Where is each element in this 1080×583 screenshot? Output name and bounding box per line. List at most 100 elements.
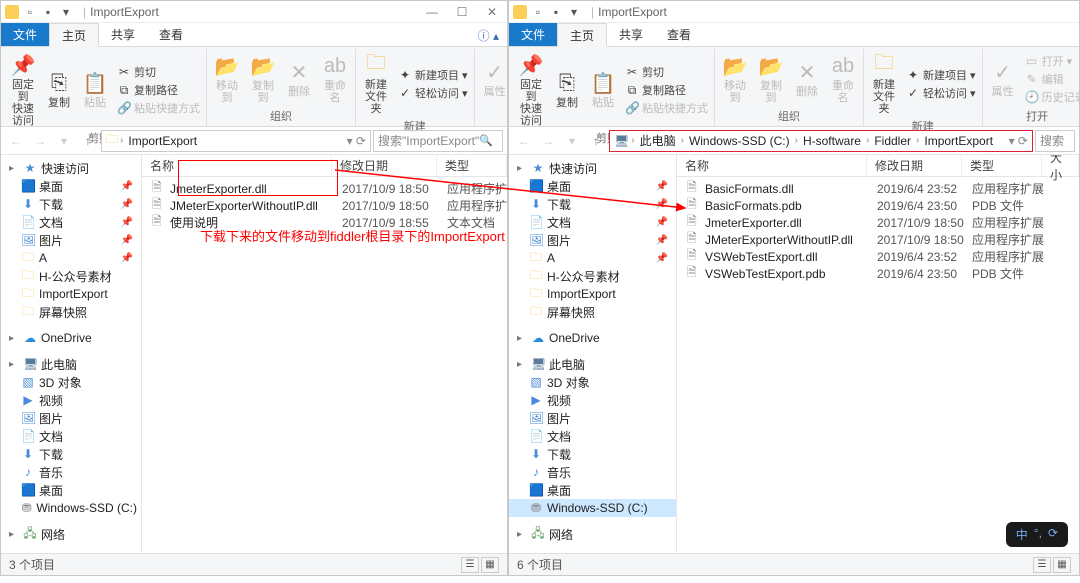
ribbon-help[interactable]: ⓘ ▴: [470, 23, 507, 46]
sidebar-item[interactable]: 🗀A📌: [1, 249, 141, 267]
qat-button[interactable]: ▫: [531, 5, 545, 19]
sidebar-item[interactable]: ⬇下载: [1, 445, 141, 463]
recent-button[interactable]: ▾: [53, 130, 75, 152]
sidebar-item[interactable]: ⛃Windows-SSD (C:): [509, 499, 676, 517]
copy-button[interactable]: ⎘复制: [43, 51, 75, 129]
col-date[interactable]: 修改日期: [867, 155, 962, 176]
sidebar-item[interactable]: 📄文档: [509, 427, 676, 445]
history-button[interactable]: 🕘历史记录: [1025, 89, 1080, 105]
cut-button[interactable]: ✂剪切: [117, 64, 200, 80]
minimize-button[interactable]: —: [421, 5, 443, 19]
breadcrumb-segment[interactable]: ImportExport: [921, 134, 996, 148]
sidebar-item[interactable]: 🗀H-公众号素材: [1, 267, 141, 285]
qat-dropdown[interactable]: ▾: [59, 5, 73, 19]
view-icons-button[interactable]: ▦: [481, 557, 499, 573]
up-button[interactable]: ↑: [77, 130, 99, 152]
view-details-button[interactable]: ☰: [1033, 557, 1051, 573]
pin-button[interactable]: 📌固定到 快速访问: [7, 51, 39, 129]
paste-button[interactable]: 📋粘贴: [587, 51, 619, 129]
new-folder-button[interactable]: 🗀新建 文件夹: [868, 51, 900, 117]
tab-view[interactable]: 查看: [655, 23, 703, 46]
delete-button[interactable]: ✕删除: [791, 51, 823, 107]
properties-button[interactable]: ✓属性: [987, 51, 1019, 107]
sidebar-this-pc[interactable]: ▸🖥此电脑: [1, 355, 141, 373]
col-name[interactable]: 名称: [142, 155, 332, 176]
easy-access-button[interactable]: ✓轻松访问 ▾: [906, 85, 976, 101]
file-item[interactable]: 🗎BasicFormats.pdb2019/6/4 23:50PDB 文件: [677, 197, 1079, 214]
tab-file[interactable]: 文件: [509, 23, 557, 46]
file-item[interactable]: 🗎VSWebTestExport.dll2019/6/4 23:52应用程序扩展: [677, 248, 1079, 265]
sidebar-item[interactable]: ⛃Windows-SSD (C:): [1, 499, 141, 517]
tab-home[interactable]: 主页: [49, 23, 99, 47]
file-item[interactable]: 🗎JmeterExporter.dll2017/10/9 18:50应用程序扩: [142, 180, 507, 197]
sidebar-network[interactable]: ▸🖧网络: [509, 525, 676, 543]
sidebar-item[interactable]: 🟦桌面📌: [509, 177, 676, 195]
tab-home[interactable]: 主页: [557, 23, 607, 47]
edit-button[interactable]: ✎编辑: [1025, 71, 1080, 87]
sidebar-item[interactable]: 🗀ImportExport: [509, 285, 676, 303]
file-item[interactable]: 🗎使用说明2017/10/9 18:55文本文档: [142, 214, 507, 231]
file-list[interactable]: 🗎BasicFormats.dll2019/6/4 23:52应用程序扩展🗎Ba…: [677, 177, 1079, 553]
sidebar-item[interactable]: ⬇下载📌: [509, 195, 676, 213]
sidebar-item[interactable]: 🟦桌面: [1, 481, 141, 499]
back-button[interactable]: ←: [513, 130, 535, 152]
copy-to-button[interactable]: 📂复制到: [755, 51, 787, 107]
col-type[interactable]: 类型: [962, 155, 1042, 176]
qat-button[interactable]: ▫: [23, 5, 37, 19]
view-icons-button[interactable]: ▦: [1053, 557, 1071, 573]
sidebar-item[interactable]: 🖼图片: [1, 409, 141, 427]
breadcrumb-segment[interactable]: H-software: [800, 134, 864, 148]
cut-button[interactable]: ✂剪切: [625, 64, 708, 80]
tab-view[interactable]: 查看: [147, 23, 195, 46]
sidebar-item[interactable]: 🗀屏幕快照: [509, 303, 676, 321]
properties-button[interactable]: ✓属性: [479, 51, 511, 107]
open-button[interactable]: ▭打开 ▾: [1025, 53, 1080, 69]
new-folder-button[interactable]: 🗀新建 文件夹: [360, 51, 392, 117]
breadcrumb-segment[interactable]: ImportExport: [125, 134, 200, 148]
col-date[interactable]: 修改日期: [332, 155, 437, 176]
sidebar-item[interactable]: 🖼图片📌: [509, 231, 676, 249]
search-input[interactable]: 搜索"ImportExport" 🔍: [373, 130, 503, 152]
sidebar-item[interactable]: 🗀屏幕快照: [1, 303, 141, 321]
rename-button[interactable]: ab重命名: [827, 51, 859, 107]
sidebar-item[interactable]: 🖼图片📌: [1, 231, 141, 249]
sidebar-item[interactable]: 📄文档: [1, 427, 141, 445]
new-item-button[interactable]: ✦新建项目 ▾: [398, 67, 468, 83]
file-item[interactable]: 🗎JmeterExporter.dll2017/10/9 18:50应用程序扩展: [677, 214, 1079, 231]
refresh-button[interactable]: ▾ ⟳: [347, 134, 366, 148]
sidebar-item[interactable]: ⬇下载📌: [1, 195, 141, 213]
copy-path-button[interactable]: ⧉复制路径: [117, 82, 200, 98]
breadcrumb-segment[interactable]: 此电脑: [637, 132, 679, 149]
sidebar-item[interactable]: ▧3D 对象: [509, 373, 676, 391]
maximize-button[interactable]: ☐: [451, 5, 473, 19]
copy-path-button[interactable]: ⧉复制路径: [625, 82, 708, 98]
recent-button[interactable]: ▾: [561, 130, 583, 152]
refresh-button[interactable]: ▾ ⟳: [1009, 134, 1028, 148]
sidebar-quick-access[interactable]: ▸★快速访问: [1, 159, 141, 177]
sidebar-item[interactable]: ♪音乐: [509, 463, 676, 481]
col-type[interactable]: 类型: [437, 155, 507, 176]
move-to-button[interactable]: 📂移动到: [211, 51, 243, 107]
file-item[interactable]: 🗎BasicFormats.dll2019/6/4 23:52应用程序扩展: [677, 180, 1079, 197]
col-name[interactable]: 名称: [677, 155, 867, 176]
sidebar-item[interactable]: ♪音乐: [1, 463, 141, 481]
file-item[interactable]: 🗎JMeterExporterWithoutIP.dll2017/10/9 18…: [677, 231, 1079, 248]
delete-button[interactable]: ✕删除: [283, 51, 315, 107]
sidebar-this-pc[interactable]: ▸🖥此电脑: [509, 355, 676, 373]
breadcrumb-segment[interactable]: Fiddler: [871, 134, 914, 148]
sidebar-item[interactable]: 🟦桌面: [509, 481, 676, 499]
sidebar-item[interactable]: ▶视频: [1, 391, 141, 409]
sidebar-item[interactable]: ⬇下载: [509, 445, 676, 463]
file-item[interactable]: 🗎VSWebTestExport.pdb2019/6/4 23:50PDB 文件: [677, 265, 1079, 282]
breadcrumb[interactable]: 🗀 › ImportExport ▾ ⟳: [101, 130, 371, 152]
col-size[interactable]: 大小: [1042, 155, 1079, 176]
forward-button[interactable]: →: [537, 130, 559, 152]
paste-shortcut-button[interactable]: 🔗粘贴快捷方式: [625, 100, 708, 116]
sidebar-item[interactable]: 🖼图片: [509, 409, 676, 427]
ime-widget[interactable]: 中 °, ⟳: [1006, 522, 1068, 547]
pin-button[interactable]: 📌固定到 快速访问: [515, 51, 547, 129]
search-input[interactable]: 搜索: [1035, 130, 1075, 152]
back-button[interactable]: ←: [5, 130, 27, 152]
sidebar-item[interactable]: ▧3D 对象: [1, 373, 141, 391]
paste-shortcut-button[interactable]: 🔗粘贴快捷方式: [117, 100, 200, 116]
